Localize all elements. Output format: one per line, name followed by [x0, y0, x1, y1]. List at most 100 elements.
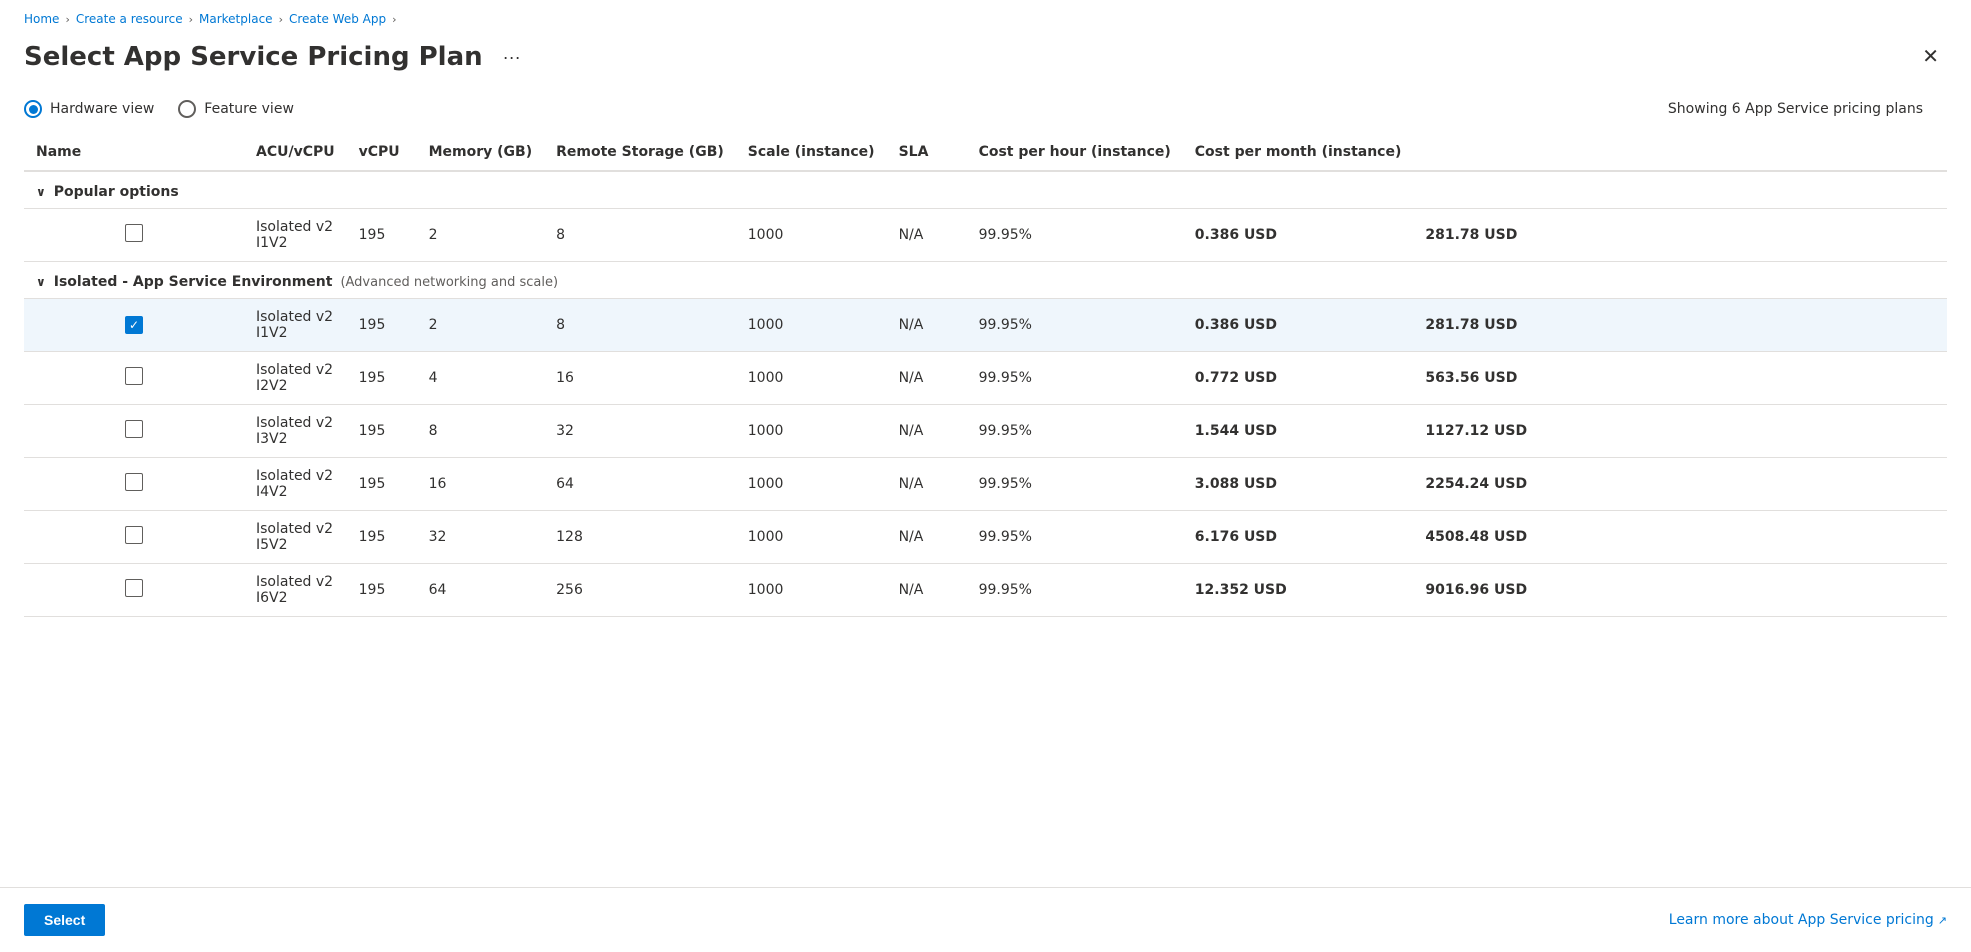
breadcrumb: Home › Create a resource › Marketplace ›…	[0, 0, 1971, 34]
section-title-popular: Popular options	[54, 184, 179, 200]
cell-storage: 1000	[736, 405, 887, 458]
cell-sla: 99.95%	[967, 352, 1183, 405]
cell-scale: N/A	[887, 564, 967, 617]
table-row[interactable]: ✓Isolated v2 I1V2195281000N/A99.95%0.386…	[24, 299, 1947, 352]
cell-memory: 8	[544, 299, 736, 352]
cell-storage: 1000	[736, 299, 887, 352]
section-chevron-isolated[interactable]: ∨	[36, 275, 46, 289]
col-header-cpm: Cost per month (instance)	[1183, 134, 1414, 171]
cell-storage: 1000	[736, 209, 887, 262]
unchecked-icon	[125, 224, 143, 242]
cell-memory: 256	[544, 564, 736, 617]
cell-cph: 0.386 USD	[1183, 299, 1414, 352]
cell-cpm: 4508.48 USD	[1413, 511, 1947, 564]
row-checkbox-1-2[interactable]	[24, 405, 244, 458]
external-link-icon: ↗	[1938, 914, 1947, 927]
unchecked-icon	[125, 526, 143, 544]
table-row[interactable]: Isolated v2 I1V2195281000N/A99.95%0.386 …	[24, 209, 1947, 262]
unchecked-icon	[125, 473, 143, 491]
row-checkbox-1-1[interactable]	[24, 352, 244, 405]
cell-cph: 0.386 USD	[1183, 209, 1414, 262]
cell-acu: 195	[347, 352, 417, 405]
cell-vcpu: 64	[417, 564, 545, 617]
learn-more-text: Learn more about App Service pricing	[1669, 912, 1934, 928]
row-checkbox-1-3[interactable]	[24, 458, 244, 511]
cell-scale: N/A	[887, 458, 967, 511]
close-button[interactable]: ✕	[1914, 43, 1947, 71]
col-header-memory: Memory (GB)	[417, 134, 545, 171]
row-checkbox-1-5[interactable]	[24, 564, 244, 617]
ellipsis-button[interactable]: ···	[495, 43, 529, 72]
cell-vcpu: 32	[417, 511, 545, 564]
table-row[interactable]: Isolated v2 I2V21954161000N/A99.95%0.772…	[24, 352, 1947, 405]
cell-storage: 1000	[736, 458, 887, 511]
col-header-scale: Scale (instance)	[736, 134, 887, 171]
cell-cpm: 281.78 USD	[1413, 209, 1947, 262]
pricing-table: Name ACU/vCPU vCPU Memory (GB) Remote St…	[24, 134, 1947, 617]
col-header-cph: Cost per hour (instance)	[967, 134, 1183, 171]
row-checkbox-1-0[interactable]: ✓	[24, 299, 244, 352]
breadcrumb-marketplace[interactable]: Marketplace	[199, 12, 273, 26]
cell-sla: 99.95%	[967, 458, 1183, 511]
table-row[interactable]: Isolated v2 I6V2195642561000N/A99.95%12.…	[24, 564, 1947, 617]
page-container: Home › Create a resource › Marketplace ›…	[0, 0, 1971, 952]
hardware-view-option[interactable]: Hardware view	[24, 100, 154, 118]
table-header-row: Name ACU/vCPU vCPU Memory (GB) Remote St…	[24, 134, 1947, 171]
section-chevron-popular[interactable]: ∨	[36, 185, 46, 199]
col-header-vcpu: vCPU	[347, 134, 417, 171]
cell-acu: 195	[347, 458, 417, 511]
col-header-storage: Remote Storage (GB)	[544, 134, 736, 171]
breadcrumb-home[interactable]: Home	[24, 12, 59, 26]
section-sub-isolated: (Advanced networking and scale)	[340, 275, 558, 290]
cell-vcpu: 2	[417, 209, 545, 262]
cell-storage: 1000	[736, 511, 887, 564]
feature-view-option[interactable]: Feature view	[178, 100, 294, 118]
cell-memory: 32	[544, 405, 736, 458]
table-row[interactable]: Isolated v2 I4V219516641000N/A99.95%3.08…	[24, 458, 1947, 511]
cell-acu: 195	[347, 564, 417, 617]
table-row[interactable]: Isolated v2 I3V21958321000N/A99.95%1.544…	[24, 405, 1947, 458]
table-row[interactable]: Isolated v2 I5V2195321281000N/A99.95%6.1…	[24, 511, 1947, 564]
cell-sla: 99.95%	[967, 511, 1183, 564]
breadcrumb-sep-2: ›	[189, 13, 193, 26]
cell-memory: 128	[544, 511, 736, 564]
cell-name: Isolated v2 I1V2	[244, 299, 347, 352]
cell-cph: 3.088 USD	[1183, 458, 1414, 511]
cell-storage: 1000	[736, 564, 887, 617]
breadcrumb-create-resource[interactable]: Create a resource	[76, 12, 183, 26]
cell-cpm: 281.78 USD	[1413, 299, 1947, 352]
page-title: Select App Service Pricing Plan	[24, 42, 483, 72]
cell-name: Isolated v2 I4V2	[244, 458, 347, 511]
cell-acu: 195	[347, 299, 417, 352]
hardware-view-radio[interactable]	[24, 100, 42, 118]
col-header-acu: ACU/vCPU	[244, 134, 347, 171]
footer: Select Learn more about App Service pric…	[0, 887, 1971, 952]
cell-name: Isolated v2 I3V2	[244, 405, 347, 458]
cell-cpm: 1127.12 USD	[1413, 405, 1947, 458]
cell-name: Isolated v2 I1V2	[244, 209, 347, 262]
showing-count: Showing 6 App Service pricing plans	[1668, 101, 1947, 117]
cell-sla: 99.95%	[967, 564, 1183, 617]
hardware-view-label: Hardware view	[50, 101, 154, 117]
cell-cph: 12.352 USD	[1183, 564, 1414, 617]
pricing-table-container: Name ACU/vCPU vCPU Memory (GB) Remote St…	[0, 134, 1971, 617]
cell-name: Isolated v2 I5V2	[244, 511, 347, 564]
cell-cpm: 9016.96 USD	[1413, 564, 1947, 617]
cell-sla: 99.95%	[967, 299, 1183, 352]
unchecked-icon	[125, 420, 143, 438]
feature-view-label: Feature view	[204, 101, 294, 117]
breadcrumb-sep-4: ›	[392, 13, 396, 26]
row-checkbox-1-4[interactable]	[24, 511, 244, 564]
breadcrumb-sep-3: ›	[279, 13, 283, 26]
cell-scale: N/A	[887, 299, 967, 352]
unchecked-icon	[125, 579, 143, 597]
cell-cph: 6.176 USD	[1183, 511, 1414, 564]
row-checkbox-0-0[interactable]	[24, 209, 244, 262]
cell-acu: 195	[347, 405, 417, 458]
cell-vcpu: 8	[417, 405, 545, 458]
learn-more-link[interactable]: Learn more about App Service pricing ↗	[1669, 912, 1947, 928]
select-button[interactable]: Select	[24, 904, 105, 936]
breadcrumb-create-web-app[interactable]: Create Web App	[289, 12, 386, 26]
cell-name: Isolated v2 I6V2	[244, 564, 347, 617]
feature-view-radio[interactable]	[178, 100, 196, 118]
